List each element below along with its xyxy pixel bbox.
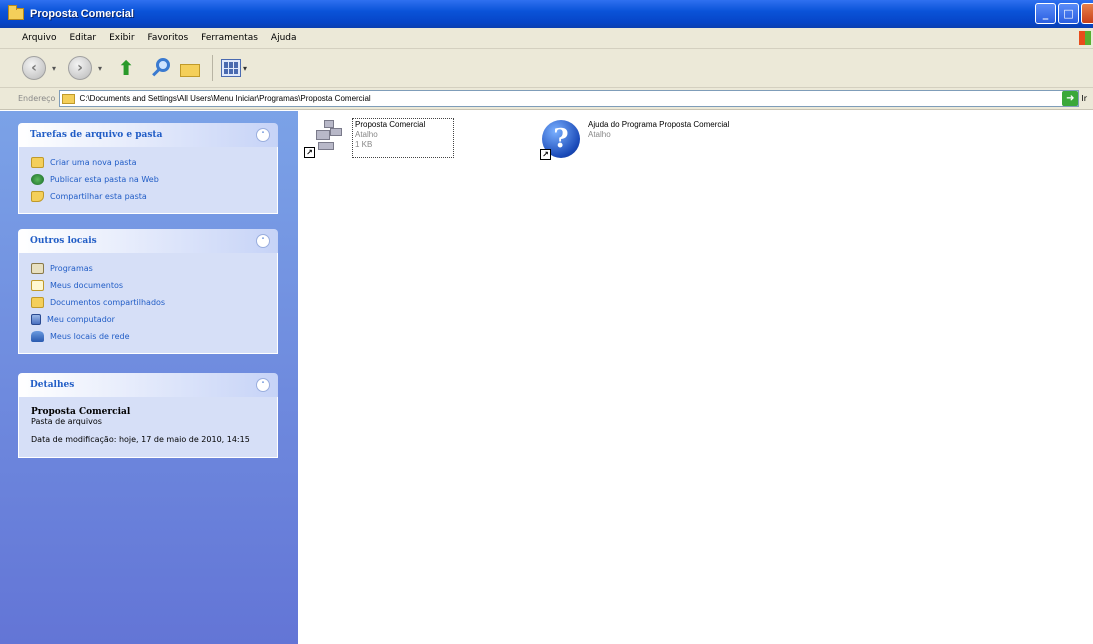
shortcut-arrow-icon: ↗ [304,147,315,158]
title-bar: Proposta Comercial _ □ [0,0,1093,28]
shortcut-arrow-icon: ↗ [540,149,551,160]
file-type: Atalho [355,130,378,139]
details-panel: Detalhes ˄ Proposta Comercial Pasta de a… [18,373,278,458]
tasks-panel: Tarefas de arquivo e pasta ˄ Criar uma n… [18,123,278,214]
details-modified: Data de modificação: hoje, 17 de maio de… [31,435,250,444]
maximize-button[interactable]: □ [1058,3,1079,24]
close-button[interactable] [1081,3,1093,24]
new-folder-icon [31,157,44,168]
documents-icon [31,280,44,291]
go-arrow-icon: ➜ [1062,91,1079,106]
menu-editar[interactable]: Editar [69,33,96,43]
program-shortcut-icon: ↗ [304,118,348,158]
address-label: Endereço [18,94,56,103]
up-folder-button[interactable]: ⬆ [114,56,138,80]
place-network[interactable]: Meus locais de rede [31,328,267,345]
file-size: 1 KB [355,140,373,149]
file-item[interactable]: ↗ Proposta Comercial Atalho 1 KB [304,118,454,158]
toolbar-separator [212,55,214,81]
details-panel-title: Detalhes [30,380,75,390]
file-type: Atalho [588,130,611,139]
network-icon [31,331,44,342]
address-input[interactable]: C:\Documents and Settings\All Users\Menu… [59,90,1080,107]
file-name: Ajuda do Programa Proposta Comercial [588,120,730,129]
details-name: Proposta Comercial [31,407,131,417]
folders-button[interactable] [178,58,204,78]
address-bar: Endereço C:\Documents and Settings\All U… [0,88,1093,110]
minimize-button[interactable]: _ [1035,3,1056,24]
task-new-folder[interactable]: Criar uma nova pasta [31,154,267,171]
details-panel-header[interactable]: Detalhes ˄ [18,373,278,397]
shared-documents-icon [31,297,44,308]
place-my-computer[interactable]: Meu computador [31,311,267,328]
programs-icon [31,263,44,274]
folders-icon [180,64,201,77]
forward-dropdown-icon[interactable]: ▾ [98,64,102,73]
details-type: Pasta de arquivos [31,417,102,426]
folder-icon [62,93,76,104]
address-path[interactable]: C:\Documents and Settings\All Users\Menu… [79,94,370,103]
windows-logo-icon [1079,31,1091,45]
menu-ajuda[interactable]: Ajuda [271,33,297,43]
views-button[interactable] [221,59,242,77]
toolbar: ‹ ▾ › ▾ ⬆ ▾ [0,49,1093,88]
task-publish-web[interactable]: Publicar esta pasta na Web [31,171,267,188]
views-dropdown-icon[interactable]: ▾ [243,64,247,73]
search-button[interactable] [150,56,174,80]
menu-exibir[interactable]: Exibir [109,33,134,43]
file-item[interactable]: ? ↗ Ajuda do Programa Proposta Comercial… [540,120,748,160]
go-label: Ir [1081,94,1087,103]
globe-icon [31,174,44,185]
task-pane: Tarefas de arquivo e pasta ˄ Criar uma n… [0,111,298,644]
collapse-chevron-icon[interactable]: ˄ [256,378,270,392]
help-file-icon: ? ↗ [540,120,584,160]
folder-icon [8,5,24,20]
window-title: Proposta Comercial [30,8,134,20]
tasks-panel-title: Tarefas de arquivo e pasta [30,130,163,140]
places-panel-header[interactable]: Outros locais ˄ [18,229,278,253]
place-my-documents[interactable]: Meus documentos [31,277,267,294]
places-panel: Outros locais ˄ Programas Meus documento… [18,229,278,354]
tasks-panel-header[interactable]: Tarefas de arquivo e pasta ˄ [18,123,278,147]
computer-icon [31,314,41,325]
menu-arquivo[interactable]: Arquivo [22,33,56,43]
forward-button[interactable]: › [68,56,93,80]
places-panel-title: Outros locais [30,236,97,246]
menu-favoritos[interactable]: Favoritos [148,33,189,43]
collapse-chevron-icon[interactable]: ˄ [256,234,270,248]
menu-bar: Arquivo Editar Exibir Favoritos Ferramen… [0,28,1093,49]
task-share-folder[interactable]: Compartilhar esta pasta [31,188,267,205]
back-button[interactable]: ‹ [22,56,46,80]
collapse-chevron-icon[interactable]: ˄ [256,128,270,142]
place-programs[interactable]: Programas [31,260,267,277]
place-shared-documents[interactable]: Documentos compartilhados [31,294,267,311]
menu-ferramentas[interactable]: Ferramentas [201,33,258,43]
file-name: Proposta Comercial [355,120,426,129]
share-folder-icon [31,191,44,202]
back-dropdown-icon[interactable]: ▾ [52,64,56,73]
go-button[interactable]: ➜ Ir [1062,91,1087,106]
